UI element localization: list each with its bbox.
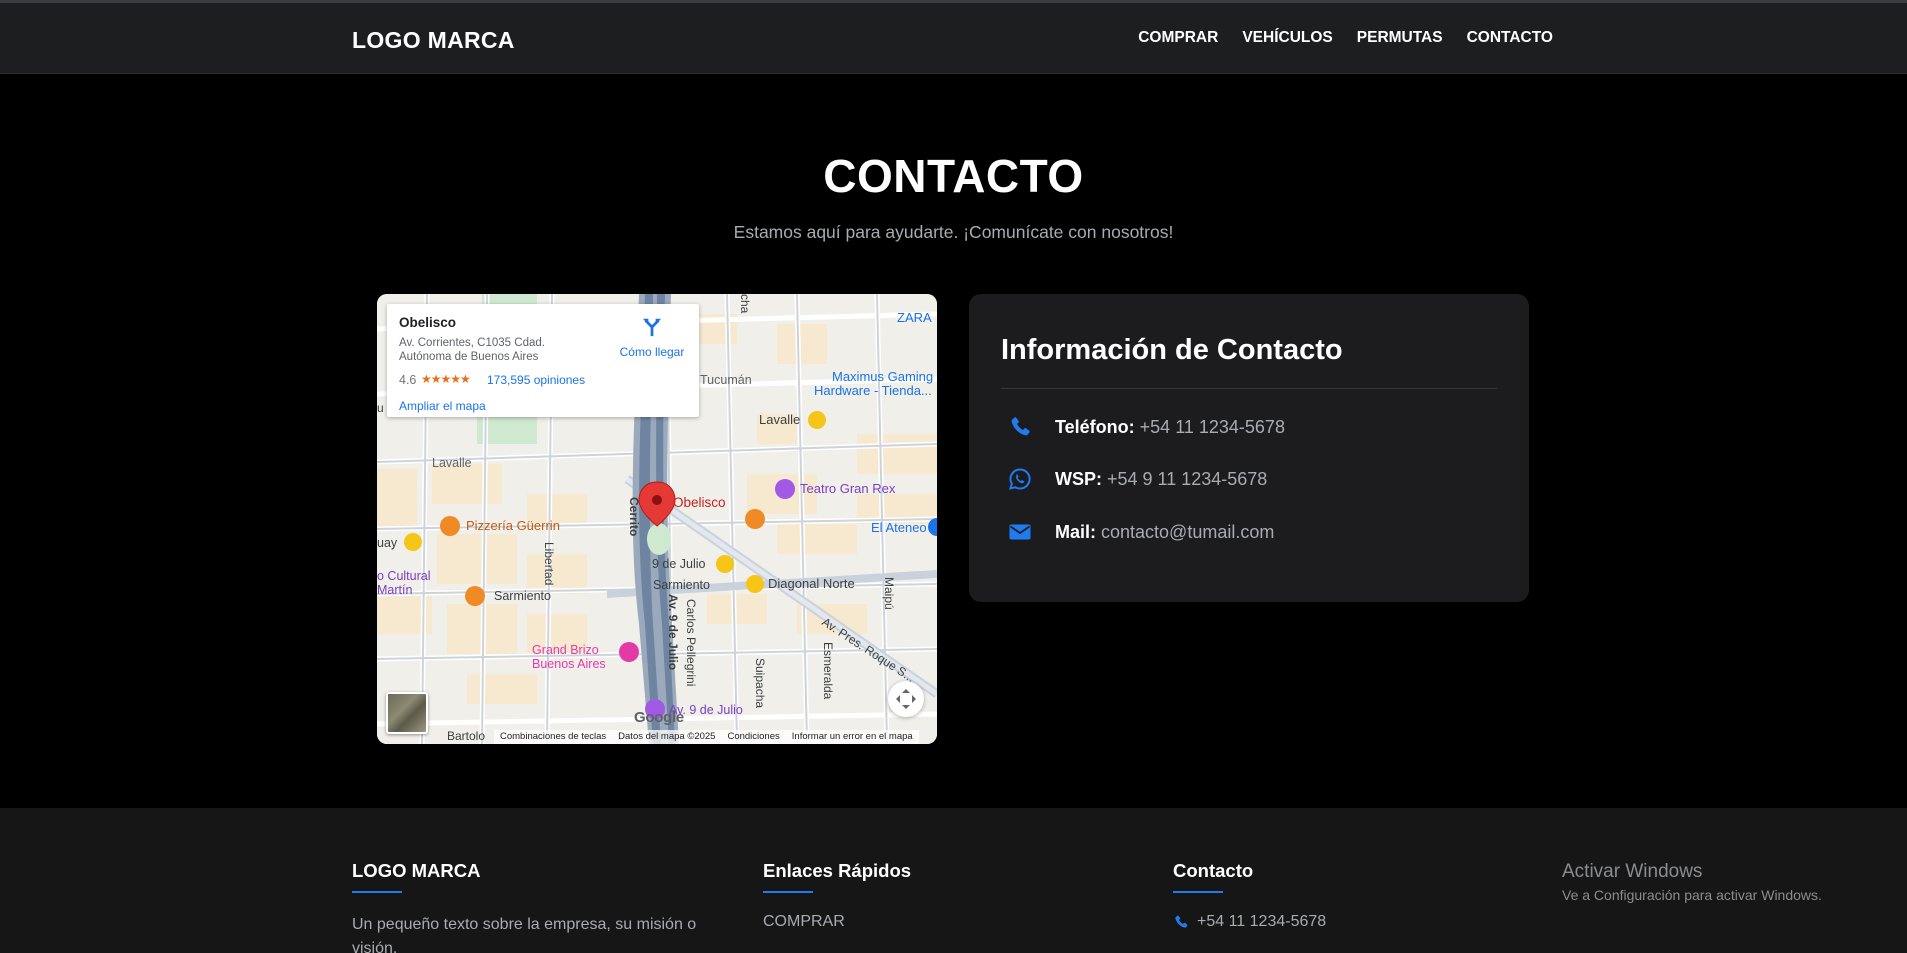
footer-link-comprar[interactable]: COMPRAR — [763, 913, 911, 931]
footer-about-text: Un pequeño texto sobre la empresa, su mi… — [352, 916, 697, 953]
footer-underline — [1173, 891, 1223, 893]
embedded-map[interactable]: ZARA Maximus Gaming Hardware - Tienda...… — [377, 294, 937, 744]
contact-card-title: Información de Contacto — [1001, 334, 1343, 366]
nav-item-permutas[interactable]: PERMUTAS — [1357, 29, 1443, 47]
contact-row-whatsapp: WSP: +54 9 11 1234-5678 — [1007, 466, 1267, 492]
footer-links-heading: Enlaces Rápidos — [763, 860, 912, 881]
footer-contact-heading: Contacto — [1173, 860, 1254, 881]
map-label-obelisco: Obelisco — [673, 495, 726, 510]
map-label-lavalle-east: Lavalle — [759, 412, 800, 427]
nav-item-vehiculos[interactable]: VEHÍCULOS — [1242, 29, 1332, 47]
map-label-grand-brizo-1: Grand Brizo — [532, 643, 599, 657]
footer-underline — [763, 891, 813, 893]
map-label-suipacha: Suipacha — [753, 658, 767, 708]
footer-phone[interactable]: +54 11 1234-5678 — [1173, 913, 1326, 931]
footer-underline — [352, 891, 402, 893]
map-label-sarmiento-east: Sarmiento — [653, 578, 710, 592]
map-label-esmeralda: Esmeralda — [821, 642, 835, 700]
whatsapp-value[interactable]: +54 9 11 1234-5678 — [1107, 469, 1267, 490]
place-reviews-link[interactable]: 173,595 opiniones — [487, 373, 585, 387]
terms-link[interactable]: Condiciones — [721, 730, 785, 744]
satellite-toggle[interactable] — [386, 692, 428, 734]
mail-label: Mail: — [1055, 521, 1097, 542]
mail-value[interactable]: contacto@tumail.com — [1101, 522, 1274, 543]
map-label-cha: cha — [738, 294, 752, 314]
footer-logo: LOGO MARCA — [352, 860, 481, 881]
map-label-libertad: Libertad — [542, 542, 556, 585]
place-name: Obelisco — [399, 315, 457, 330]
mail-icon — [1007, 519, 1033, 545]
page-subtitle: Estamos aquí para ayudarte. ¡Comunícate … — [733, 222, 1174, 242]
report-error-link[interactable]: Informar un error en el mapa — [786, 730, 919, 744]
map-label-cultural-2: Martín — [377, 583, 412, 597]
nav-item-contacto[interactable]: CONTACTO — [1467, 29, 1553, 47]
site-logo[interactable]: LOGO MARCA — [352, 27, 515, 54]
map-label-maximus-1: Maximus Gaming — [832, 369, 933, 384]
map-label-cultural-1: o Cultural — [377, 569, 431, 583]
whatsapp-icon — [1007, 466, 1033, 492]
map-label-cerrito: Cerrito — [627, 497, 641, 536]
map-label-sarmiento-west: Sarmiento — [494, 589, 551, 603]
move-arrows-icon — [896, 689, 916, 709]
phone-value[interactable]: +54 11 1234-5678 — [1140, 417, 1285, 438]
map-attribution: Combinaciones de teclas Datos del mapa ©… — [494, 730, 919, 744]
page-title: CONTACTO — [823, 150, 1084, 202]
map-label-carlos-pellegrini: Carlos Pellegrini — [684, 599, 698, 686]
keyboard-shortcuts-link[interactable]: Combinaciones de teclas — [494, 730, 612, 744]
phone-label: Teléfono: — [1055, 416, 1135, 437]
footer-col-brand: LOGO MARCA Un pequeño texto sobre la emp… — [352, 860, 712, 953]
nav-item-comprar[interactable]: COMPRAR — [1138, 29, 1218, 47]
footer-col-links: Enlaces Rápidos COMPRAR — [763, 860, 911, 931]
phone-icon — [1007, 414, 1033, 440]
map-label-u: u — [377, 401, 384, 415]
map-label-teatro: Teatro Gran Rex — [800, 481, 896, 496]
site-header: LOGO MARCA COMPRAR VEHÍCULOS PERMUTAS CO… — [0, 3, 1907, 74]
footer-col-contact: Contacto +54 11 1234-5678 — [1173, 860, 1326, 931]
place-rating: 4.6 — [399, 373, 417, 387]
map-label-guerrin: Pizzería Güerrin — [466, 518, 560, 533]
contact-row-mail: Mail: contacto@tumail.com — [1007, 519, 1274, 545]
main-nav: COMPRAR VEHÍCULOS PERMUTAS CONTACTO — [1138, 29, 1553, 47]
map-label-grand-brizo-2: Buenos Aires — [532, 657, 606, 671]
windows-activation-watermark: Activar Windows Ve a Configuración para … — [1562, 861, 1822, 903]
map-data-text: Datos del mapa ©2025 — [618, 731, 716, 742]
whatsapp-label: WSP: — [1055, 468, 1102, 489]
map-label-av-9-julio-vertical: Av. 9 de Julio — [666, 594, 680, 670]
google-logo: Google — [634, 709, 684, 726]
map-label-maximus-2: Hardware - Tienda... — [814, 383, 932, 398]
map-label-maipu: Maipú — [882, 577, 896, 610]
rating-stars-icon: ★★★★★ — [421, 372, 471, 386]
phone-icon — [1175, 915, 1188, 928]
directions-icon — [642, 318, 662, 337]
map-label-bartolome: Bartolo — [447, 729, 485, 743]
watermark-subtitle: Ve a Configuración para activar Windows. — [1562, 887, 1822, 903]
directions-button[interactable]: Cómo llegar — [613, 316, 691, 359]
contact-info-card: Información de Contacto Teléfono: +54 11… — [969, 294, 1529, 602]
directions-label: Cómo llegar — [619, 345, 685, 359]
map-label-9-de-julio: 9 de Julio — [652, 557, 706, 571]
map-label-tucuman: Tucumán — [700, 373, 752, 387]
enlarge-map-link[interactable]: Ampliar el mapa — [399, 399, 486, 413]
footer-phone-value: +54 11 1234-5678 — [1197, 913, 1327, 930]
map-label-diagonal-norte: Diagonal Norte — [768, 576, 855, 591]
watermark-title: Activar Windows — [1562, 861, 1703, 882]
map-label-ateneo: El Ateneo — [871, 520, 927, 535]
map-label-zara: ZARA — [897, 310, 932, 325]
map-label-uruguay: uay — [377, 536, 398, 550]
divider — [1001, 388, 1497, 389]
contact-row-phone: Teléfono: +54 11 1234-5678 — [1007, 414, 1285, 440]
place-address: Av. Corrientes, C1035 Cdad. Autónoma de … — [399, 337, 545, 363]
place-card: Obelisco Av. Corrientes, C1035 Cdad. Aut… — [387, 304, 699, 417]
map-camera-control-button[interactable] — [888, 681, 924, 717]
map-label-lavalle-west: Lavalle — [432, 456, 472, 470]
